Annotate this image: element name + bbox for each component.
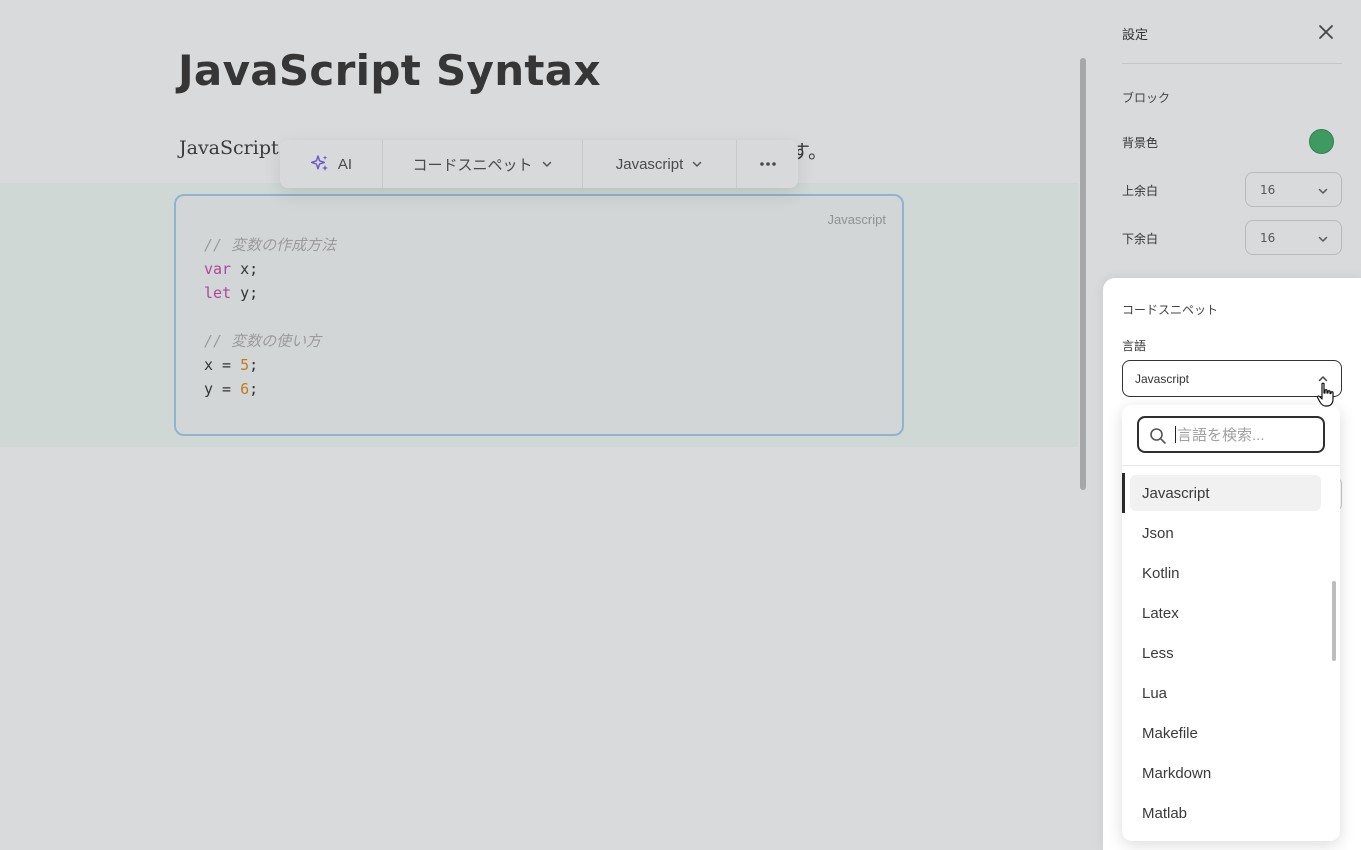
top-margin-select[interactable]: 16 bbox=[1245, 172, 1342, 207]
language-label: 言語 bbox=[1122, 339, 1147, 353]
top-margin-label: 上余白 bbox=[1122, 184, 1159, 198]
chevron-down-icon bbox=[1318, 188, 1328, 194]
search-placeholder: 言語を検索... bbox=[1177, 427, 1265, 444]
code-line: // 変数の作成方法 bbox=[204, 233, 336, 257]
bg-color-label: 背景色 bbox=[1122, 136, 1159, 150]
language-option-markdown[interactable]: Markdown bbox=[1122, 753, 1340, 793]
bottom-margin-value: 16 bbox=[1260, 230, 1276, 245]
code-language-label: Javascript bbox=[827, 212, 886, 227]
toolbar-language-label: Javascript bbox=[615, 155, 684, 173]
code-token: ; bbox=[249, 356, 259, 374]
bottom-margin-label: 下余白 bbox=[1122, 232, 1159, 246]
snippet-section-title: コードスニペット bbox=[1122, 303, 1219, 317]
search-icon bbox=[1150, 428, 1166, 444]
language-option-json[interactable]: Json bbox=[1122, 513, 1340, 553]
close-icon[interactable] bbox=[1316, 22, 1336, 42]
code-token-kw: let bbox=[204, 284, 232, 302]
chevron-down-icon bbox=[1318, 236, 1328, 242]
code-line: // 変数の使い方 bbox=[204, 329, 336, 353]
page-title: JavaScript Syntax bbox=[178, 46, 601, 95]
top-margin-value: 16 bbox=[1260, 182, 1276, 197]
dropdown-divider bbox=[1122, 465, 1340, 466]
code-block[interactable]: Javascript // 変数の作成方法 var x; let y;// 変数の使… bbox=[174, 194, 904, 436]
language-select-value: Javascript bbox=[1135, 371, 1190, 386]
code-token: ; bbox=[249, 380, 259, 398]
code-token: x = bbox=[204, 356, 241, 374]
language-option-lua[interactable]: Lua bbox=[1122, 673, 1340, 713]
sparkles-icon bbox=[310, 155, 328, 171]
language-search-input[interactable]: 言語を検索... bbox=[1137, 416, 1325, 453]
bottom-margin-select[interactable]: 16 bbox=[1245, 220, 1342, 255]
code-token-comment: // 変数の使い方 bbox=[204, 332, 322, 350]
language-option-makefile[interactable]: Makefile bbox=[1122, 713, 1340, 753]
code-line: let y; bbox=[204, 281, 336, 305]
block-type-dropdown[interactable]: コードスニペット bbox=[383, 140, 583, 188]
language-option-javascript[interactable]: Javascript bbox=[1122, 473, 1321, 513]
language-select[interactable]: Javascript bbox=[1122, 360, 1342, 397]
code-token: y; bbox=[231, 284, 259, 302]
code-token: y = bbox=[204, 380, 241, 398]
panel-title: 設定 bbox=[1122, 28, 1149, 43]
more-options-button[interactable] bbox=[737, 140, 798, 188]
language-option-latex[interactable]: Latex bbox=[1122, 593, 1340, 633]
code-content[interactable]: // 変数の作成方法 var x; let y;// 変数の使い方 x = 5; y =… bbox=[204, 233, 336, 401]
code-token-num: 6 bbox=[240, 380, 250, 398]
language-option-less[interactable]: Less bbox=[1122, 633, 1340, 673]
panel-divider bbox=[1122, 63, 1342, 64]
code-token-kw: var bbox=[204, 260, 232, 278]
bg-color-swatch[interactable] bbox=[1309, 129, 1334, 154]
code-token: x; bbox=[231, 260, 259, 278]
chevron-down-icon bbox=[542, 161, 551, 167]
block-toolbar: AI コードスニペット Javascript bbox=[280, 140, 798, 188]
paragraph-head: JavaScript s bbox=[179, 137, 295, 159]
dropdown-scrollbar[interactable] bbox=[1332, 581, 1336, 661]
editor-area: JavaScript Syntax JavaScript s す。 Javasc… bbox=[0, 0, 1090, 850]
ai-button[interactable]: AI bbox=[280, 140, 383, 188]
text-caret bbox=[1175, 426, 1176, 443]
editor-scrollbar[interactable] bbox=[1080, 58, 1086, 490]
ai-label: AI bbox=[337, 155, 353, 173]
code-token-comment: // 変数の作成方法 bbox=[204, 236, 337, 254]
chevron-down-icon bbox=[693, 161, 702, 167]
code-line: var x; bbox=[204, 257, 336, 281]
language-option-matlab[interactable]: Matlab bbox=[1122, 793, 1340, 833]
code-token-num: 5 bbox=[240, 356, 250, 374]
pointer-hand-icon bbox=[1316, 382, 1334, 407]
code-line: y = 6; bbox=[204, 377, 336, 401]
block-section-label: ブロック bbox=[1122, 91, 1171, 105]
language-dropdown-menu: 言語を検索... Javascript Json Kotlin Latex Less Lu… bbox=[1122, 405, 1340, 841]
language-option-kotlin[interactable]: Kotlin bbox=[1122, 553, 1340, 593]
language-options: Javascript Json Kotlin Latex Less Lua Makefile… bbox=[1122, 473, 1340, 833]
more-horizontal-icon bbox=[759, 162, 776, 166]
code-line: x = 5; bbox=[204, 353, 336, 377]
language-dropdown[interactable]: Javascript bbox=[583, 140, 737, 188]
block-type-label: コードスニペット bbox=[412, 156, 533, 174]
